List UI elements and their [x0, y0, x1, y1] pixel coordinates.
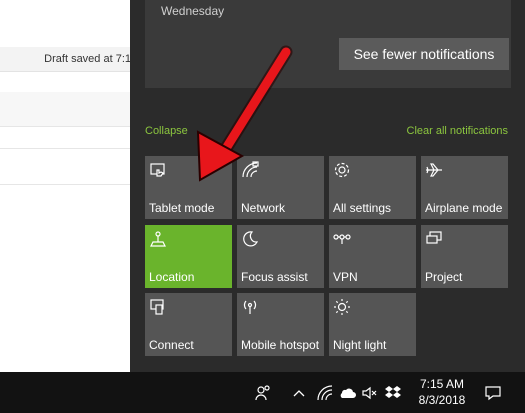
connect-icon	[149, 298, 167, 316]
tile-focus-assist[interactable]: Focus assist	[237, 225, 324, 288]
tile-vpn[interactable]: VPN	[329, 225, 416, 288]
tile-tablet-mode[interactable]: Tablet mode	[145, 156, 232, 219]
tile-label: Location	[149, 270, 195, 284]
network-icon	[241, 161, 259, 179]
notification-card[interactable]: Wednesday See fewer notifications	[145, 0, 511, 88]
clock-time: 7:15 AM	[419, 377, 465, 391]
document-toolbar	[0, 0, 135, 47]
document-row	[0, 92, 135, 126]
tile-label: Mobile hotspot	[241, 338, 320, 352]
wifi-icon[interactable]	[316, 384, 334, 402]
brightness-icon	[333, 298, 351, 316]
dropbox-icon[interactable]	[384, 384, 402, 402]
draft-status-bar: Draft saved at 7:1	[0, 47, 135, 72]
divider	[0, 184, 135, 185]
tile-airplane-mode[interactable]: Airplane mode	[421, 156, 508, 219]
taskbar-clock[interactable]: 7:15 AM 8/3/2018	[411, 376, 473, 408]
tile-label: All settings	[333, 201, 392, 215]
notification-day: Wednesday	[161, 4, 225, 18]
hotspot-icon	[241, 298, 259, 316]
onedrive-cloud-icon[interactable]	[338, 384, 356, 402]
location-icon	[149, 230, 167, 248]
clear-all-notifications-link[interactable]: Clear all notifications	[407, 125, 509, 137]
people-icon[interactable]	[254, 384, 272, 402]
tile-all-settings[interactable]: All settings	[329, 156, 416, 219]
tile-mobile-hotspot[interactable]: Mobile hotspot	[237, 293, 324, 356]
moon-icon	[241, 230, 259, 248]
vpn-icon	[333, 230, 351, 248]
volume-muted-icon[interactable]	[361, 384, 379, 402]
see-fewer-notifications-button[interactable]: See fewer notifications	[339, 38, 509, 70]
project-icon	[425, 230, 443, 248]
gear-icon	[333, 161, 351, 179]
draft-status-text: Draft saved at 7:1	[44, 53, 131, 65]
tablet-mode-icon	[149, 161, 167, 179]
divider	[0, 126, 135, 127]
tile-project[interactable]: Project	[421, 225, 508, 288]
tile-network[interactable]: Network	[237, 156, 324, 219]
tile-label: Airplane mode	[425, 201, 503, 215]
clock-date: 8/3/2018	[418, 393, 466, 407]
notifications-icon[interactable]	[484, 384, 502, 402]
collapse-link[interactable]: Collapse	[145, 125, 188, 137]
tile-label: Focus assist	[241, 270, 308, 284]
tile-label: Night light	[333, 338, 387, 352]
chevron-up-icon[interactable]	[290, 384, 308, 402]
tile-label: Project	[425, 270, 463, 284]
airplane-icon	[425, 161, 443, 179]
document-background: Draft saved at 7:1	[0, 0, 135, 372]
taskbar: 7:15 AM 8/3/2018	[0, 372, 525, 413]
tile-label: Network	[241, 201, 286, 215]
tile-connect[interactable]: Connect	[145, 293, 232, 356]
tile-location[interactable]: Location	[145, 225, 232, 288]
tile-night-light[interactable]: Night light	[329, 293, 416, 356]
tile-label: VPN	[333, 270, 358, 284]
divider	[0, 148, 135, 149]
tile-label: Tablet mode	[149, 201, 215, 215]
tile-label: Connect	[149, 338, 194, 352]
action-center-panel: Wednesday See fewer notifications Collap…	[130, 0, 525, 372]
